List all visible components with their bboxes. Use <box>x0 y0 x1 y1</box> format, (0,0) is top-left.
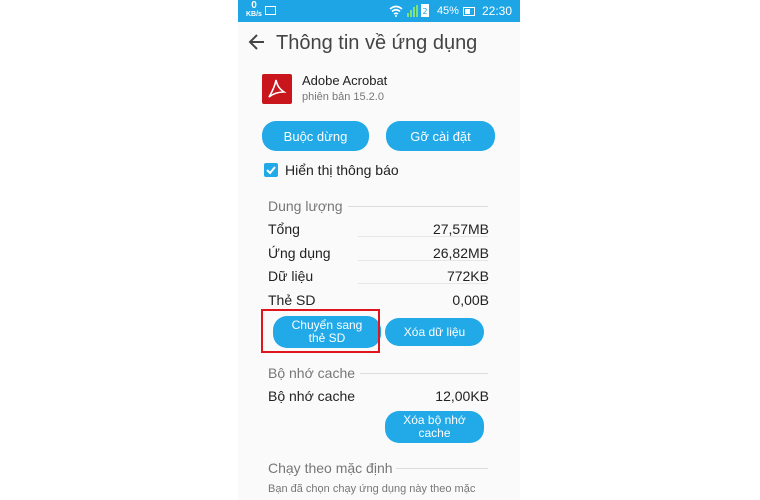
network-speed-value: 0 <box>251 0 257 11</box>
notification-checkbox[interactable] <box>264 163 278 177</box>
storage-row-value: 0,00B <box>452 292 489 308</box>
storage-row-value: 772KB <box>446 268 489 284</box>
status-icons: 2 45% 22:30 <box>389 3 512 19</box>
default-launch-section-title: Chạy theo mặc định <box>268 460 393 476</box>
network-speed: 0 KB/s <box>246 0 262 19</box>
image-icon <box>265 6 276 15</box>
cache-row-label: Bộ nhớ cache <box>268 388 356 404</box>
clock: 22:30 <box>481 4 512 18</box>
row-divider <box>358 236 488 237</box>
wifi-icon <box>389 5 403 17</box>
row-divider <box>358 283 488 284</box>
section-divider <box>396 468 488 469</box>
storage-row-label: Tổng <box>268 221 300 237</box>
app-version: phiên bản 15.2.0 <box>302 91 384 103</box>
section-divider <box>348 206 488 207</box>
cache-section-title: Bộ nhớ cache <box>268 365 356 381</box>
storage-row-label: Thẻ SD <box>268 292 316 308</box>
storage-row-label: Dữ liệu <box>268 268 314 284</box>
storage-row-label: Ứng dụng <box>268 245 331 261</box>
phone-screen: 0 KB/s 2 45% 22:30 Thông tin về ứng dụng… <box>238 0 520 500</box>
default-launch-description: Bạn đã chọn chạy ứng dụng này theo mặc <box>268 483 476 495</box>
section-divider <box>360 373 488 374</box>
adobe-acrobat-app-icon <box>262 74 292 104</box>
storage-row-value: 26,82MB <box>432 245 489 261</box>
highlight-box <box>261 309 380 353</box>
cache-row-value: 12,00KB <box>435 388 489 404</box>
svg-text:2: 2 <box>422 7 427 16</box>
notification-label[interactable]: Hiển thị thông báo <box>285 162 399 178</box>
app-name: Adobe Acrobat <box>302 73 388 88</box>
network-speed-unit: KB/s <box>246 11 262 18</box>
clear-cache-button[interactable]: Xóa bộ nhớ cache <box>385 411 484 443</box>
uninstall-button[interactable]: Gỡ cài đặt <box>386 121 495 151</box>
acrobat-logo-icon <box>268 79 287 98</box>
storage-section-title: Dung lượng <box>268 198 343 214</box>
battery-icon <box>462 6 475 16</box>
back-arrow-icon[interactable] <box>248 32 266 52</box>
status-bar: 0 KB/s 2 45% 22:30 <box>238 0 520 22</box>
force-stop-button[interactable]: Buộc dừng <box>262 121 369 151</box>
page-title: Thông tin về ứng dụng <box>276 32 478 54</box>
storage-row-value: 27,57MB <box>432 221 489 237</box>
row-divider <box>358 260 488 261</box>
battery-percent: 45% <box>436 5 459 17</box>
clear-data-button[interactable]: Xóa dữ liệu <box>385 318 484 346</box>
signal-icon: 2 <box>406 4 429 17</box>
app-bar: Thông tin về ứng dụng <box>238 22 520 64</box>
checkmark-icon <box>266 166 276 175</box>
